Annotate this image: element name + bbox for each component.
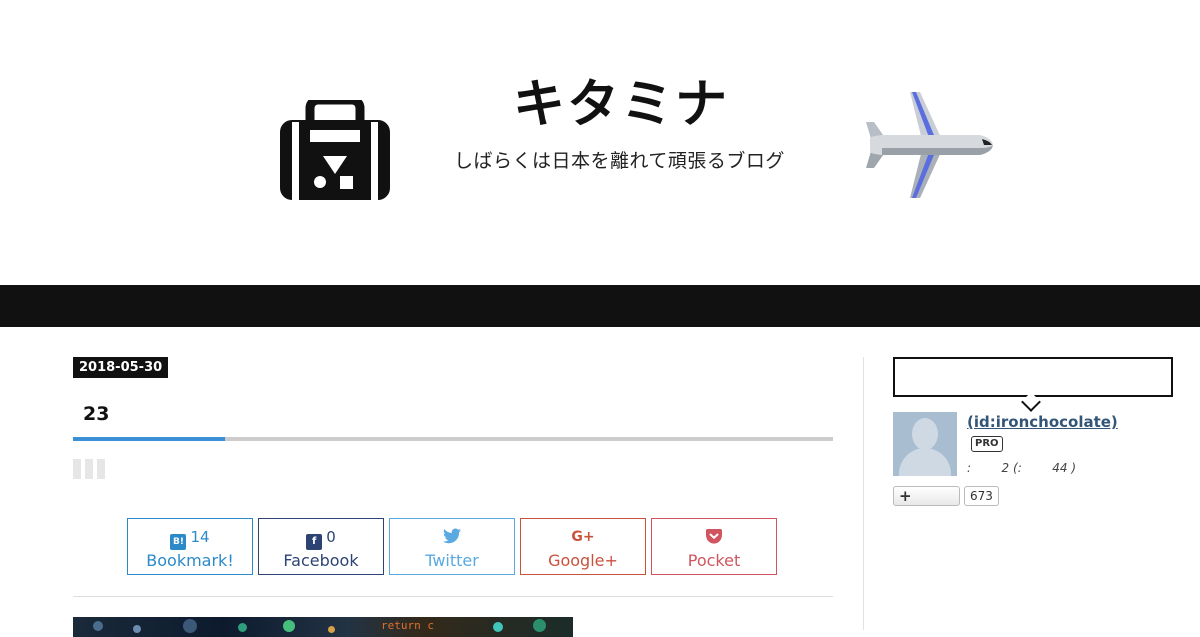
hatena-bookmark-label: Bookmark! [146,551,234,570]
site-header: キタミナ しばらくは日本を離れて頑張るブログ [0,0,1200,285]
twitter-share-button[interactable]: Twitter [389,518,515,575]
profile-meta: : 2 (: 44 ) [967,461,1077,475]
entry-hero-image: return c [73,617,573,637]
follower-count: 673 [964,486,999,506]
plus-icon: + [899,487,912,505]
sidebar-divider [863,357,864,630]
category-tag[interactable] [97,459,105,479]
avatar-body-shape [899,448,951,476]
facebook-share-button[interactable]: f0 Facebook [258,518,384,575]
google-plus-share-label: Google+ [548,551,618,570]
category-tag[interactable] [85,459,93,479]
avatar-head-shape [912,418,938,450]
site-title[interactable]: キタミナ [513,74,738,136]
entry-categories [73,459,109,479]
airplane-icon [866,92,993,198]
google-plus-icon: G+ [571,529,595,545]
hero-code-text: return c [381,619,434,632]
profile-name-link[interactable]: (id:ironchocolate) [967,413,1118,431]
suitcase-icon [280,100,390,200]
category-tag[interactable] [73,459,81,479]
follow-button[interactable]: + [893,486,960,506]
hatena-bookmark-icon: B! [170,534,187,550]
pocket-share-button[interactable]: Pocket [651,518,777,575]
facebook-icon: f [306,534,323,550]
facebook-share-label: Facebook [283,551,359,570]
twitter-bird-icon [443,528,461,544]
pro-badge: PRO [971,436,1003,452]
google-plus-share-button[interactable]: G+ Google+ [520,518,646,575]
entry-title[interactable]: 23 [83,403,109,425]
twitter-share-label: Twitter [425,551,479,570]
hatena-bookmark-button[interactable]: B! 14 Bookmark! [127,518,253,575]
facebook-share-count: 0 [326,528,336,546]
avatar[interactable] [893,412,957,476]
pocket-share-label: Pocket [687,551,741,570]
content-divider [73,596,833,597]
pocket-icon [706,529,722,544]
site-subtitle: しばらくは日本を離れて頑張るブログ [454,150,785,172]
hatena-bookmark-count: 14 [190,528,210,546]
global-navbar [0,285,1200,327]
profile-module-header [893,357,1173,397]
entry-title-rule-accent [73,437,225,441]
entry-main: 2018-05-30 23 B! 14 Bookmark! f0 Facebook… [73,327,833,637]
entry-date[interactable]: 2018-05-30 [73,357,169,378]
